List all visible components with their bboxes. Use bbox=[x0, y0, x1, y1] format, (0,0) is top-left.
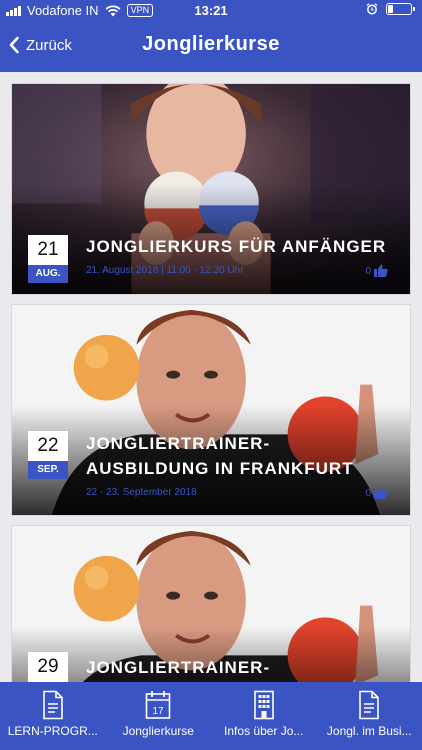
tab-jonglierkurse[interactable]: 17 Jonglierkurse bbox=[106, 682, 212, 750]
document-icon bbox=[42, 690, 63, 720]
date-day: 21 bbox=[37, 239, 59, 260]
like-count: 0 bbox=[365, 488, 371, 499]
date-badge: 29 bbox=[28, 652, 68, 682]
clock: 13:21 bbox=[194, 3, 228, 18]
course-title: JONGLIERTRAINER-AUSBILDUNG bbox=[86, 658, 271, 677]
course-card[interactable]: 22 SEP. JONGLIERTRAINER-AUSBILDUNG IN FR… bbox=[11, 304, 411, 516]
status-bar: Vodafone IN VPN 13:21 bbox=[0, 0, 422, 22]
date-day: 29 bbox=[37, 656, 59, 677]
course-card[interactable]: 29 JONGLIERTRAINER-AUSBILDUNG bbox=[11, 525, 411, 682]
alarm-icon bbox=[366, 3, 378, 15]
like-button[interactable]: 0 bbox=[365, 264, 388, 277]
thumbs-up-icon bbox=[374, 264, 388, 277]
tab-label: Jonglierkurse bbox=[122, 724, 194, 738]
course-date-text: 21. August 2018 | 11:00 - 12:30 Uhr bbox=[86, 265, 244, 276]
navigation-bar: Zurück Jonglierkurse bbox=[0, 22, 422, 72]
course-list[interactable]: 21 AUG. JONGLIERKURS FÜR ANFÄNGER 21. Au… bbox=[0, 72, 422, 682]
tab-bar: LERN-PROGR... 17 Jonglierkurse Infos übe… bbox=[0, 682, 422, 750]
date-badge: 21 AUG. bbox=[28, 235, 68, 283]
tab-infos[interactable]: Infos über Jo... bbox=[211, 682, 317, 750]
tab-business[interactable]: Jongl. im Busi... bbox=[317, 682, 422, 750]
course-title: JONGLIERTRAINER-AUSBILDUNG IN FRANKFURT bbox=[86, 434, 354, 478]
document-icon bbox=[359, 690, 380, 720]
building-icon bbox=[253, 690, 274, 720]
course-date-text: 22 - 23. September 2018 bbox=[86, 487, 197, 498]
tab-label: Infos über Jo... bbox=[224, 724, 304, 738]
tab-lern-programm[interactable]: LERN-PROGR... bbox=[0, 682, 106, 750]
date-month: AUG. bbox=[28, 265, 68, 283]
page-title: Jonglierkurse bbox=[142, 33, 280, 55]
calendar-icon: 17 bbox=[145, 691, 171, 719]
date-month: SEP. bbox=[28, 461, 68, 479]
svg-text:17: 17 bbox=[153, 706, 165, 717]
like-button[interactable]: 0 bbox=[365, 486, 388, 499]
battery-icon bbox=[386, 3, 415, 15]
course-card[interactable]: 21 AUG. JONGLIERKURS FÜR ANFÄNGER 21. Au… bbox=[11, 83, 411, 295]
date-day: 22 bbox=[37, 435, 59, 456]
tab-label: LERN-PROGR... bbox=[7, 724, 98, 738]
date-badge: 22 SEP. bbox=[28, 431, 68, 479]
tab-label: Jongl. im Busi... bbox=[326, 724, 412, 738]
course-title: JONGLIERKURS FÜR ANFÄNGER bbox=[86, 237, 387, 256]
thumbs-up-icon bbox=[374, 486, 388, 499]
top-bar: Vodafone IN VPN 13:21 Zurück Jonglierkur… bbox=[0, 0, 422, 72]
like-count: 0 bbox=[365, 266, 371, 277]
